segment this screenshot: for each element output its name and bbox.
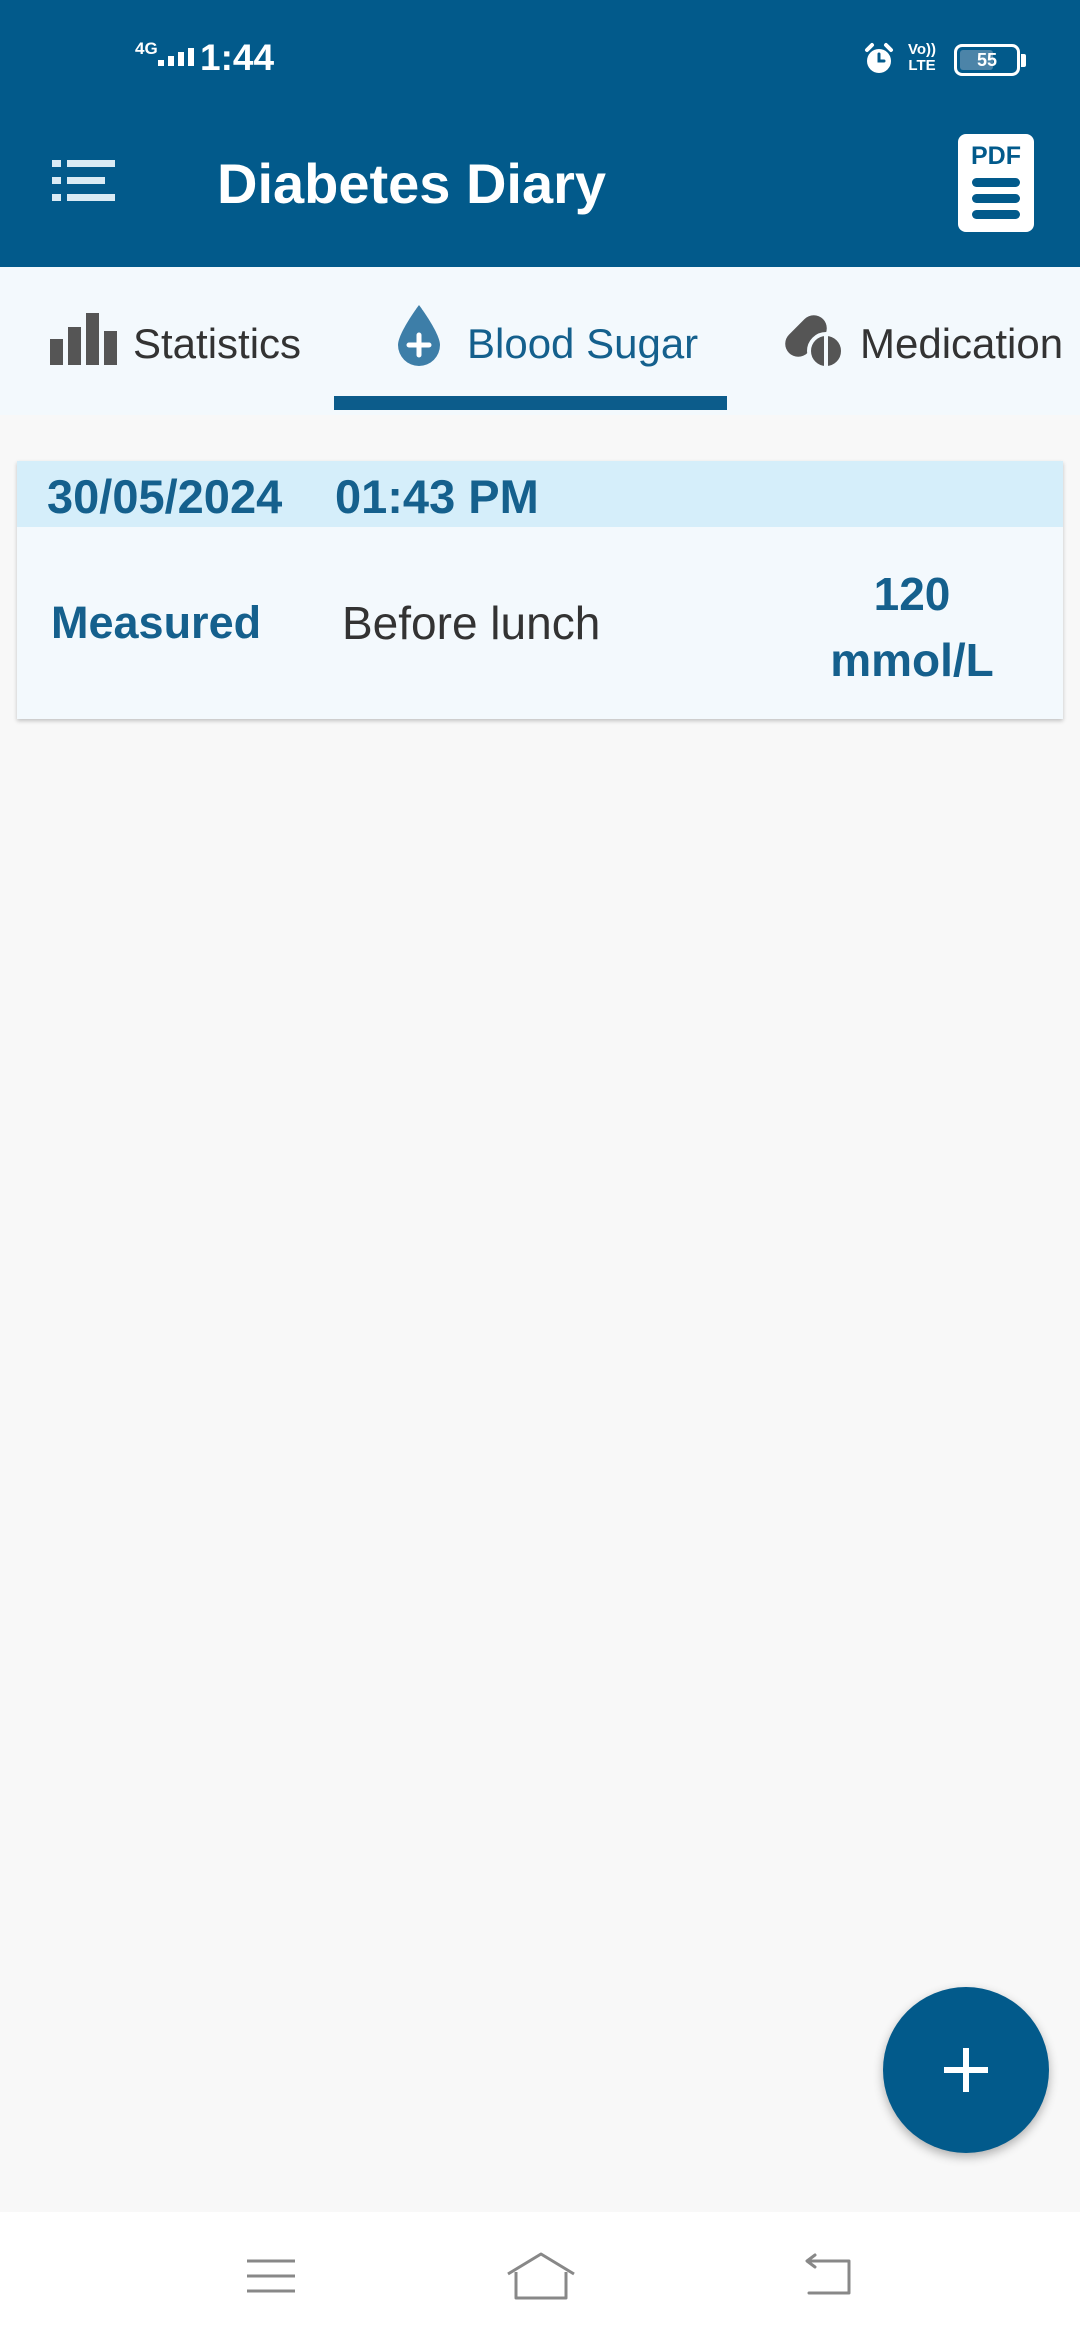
tab-label: Statistics	[133, 320, 302, 367]
back-icon	[805, 2253, 851, 2295]
volte-icon: Vo)) LTE	[908, 42, 936, 74]
system-nav-bar	[0, 2212, 1080, 2340]
battery-icon: 55	[954, 44, 1026, 76]
reading-number: 120	[873, 568, 951, 620]
selected-tab-indicator	[334, 396, 727, 410]
battery-level: 55	[976, 50, 998, 70]
entry-time: 01:43 PM	[335, 470, 539, 523]
status-time: 1:44	[200, 37, 275, 78]
volte-bottom: LTE	[908, 57, 936, 74]
document-line-icon	[972, 194, 1020, 203]
tab-label: Blood Sugar	[467, 320, 699, 367]
add-entry-button[interactable]	[883, 1987, 1049, 2153]
blood-sugar-entry-card[interactable]: 30/05/2024 01:43 PM Measured Before lunc…	[17, 461, 1063, 719]
blood-drop-plus-icon	[398, 305, 440, 366]
document-line-icon	[972, 210, 1020, 219]
tab-label: Medication	[860, 320, 1064, 367]
recents-button[interactable]	[191, 2212, 351, 2340]
signal-icon	[158, 48, 194, 66]
reading-value: 120 mmol/L	[812, 561, 1012, 693]
app-bar: 4G 1:44 Vo)) LTE 55 Diabetes Diary PDF	[0, 0, 1080, 267]
alarm-icon	[865, 43, 893, 73]
entry-header: 30/05/2024 01:43 PM	[17, 461, 1063, 527]
entry-date: 30/05/2024	[47, 470, 283, 523]
meal-context: Before lunch	[342, 597, 601, 649]
status-bar: 4G 1:44 Vo)) LTE 55	[0, 0, 1080, 120]
tab-medication[interactable]: Medication	[770, 267, 1080, 415]
back-button[interactable]	[745, 2212, 905, 2340]
menu-list-icon	[52, 160, 115, 201]
bar-chart-icon	[50, 313, 117, 365]
network-type: 4G	[135, 39, 158, 58]
tab-blood-sugar[interactable]: Blood Sugar	[334, 267, 727, 415]
tab-statistics[interactable]: Statistics	[40, 267, 320, 415]
tab-bar: Statistics Blood Sugar Medication	[0, 267, 1080, 415]
pdf-export-button[interactable]: PDF	[958, 134, 1034, 232]
volte-top: Vo))	[908, 41, 937, 58]
home-icon	[507, 2252, 575, 2300]
page-title: Diabetes Diary	[217, 152, 607, 215]
pdf-label: PDF	[971, 142, 1021, 170]
measured-label: Measured	[51, 597, 262, 648]
reading-unit: mmol/L	[830, 634, 994, 686]
menu-button[interactable]	[48, 155, 120, 211]
recents-icon	[247, 2259, 295, 2293]
document-line-icon	[972, 178, 1020, 187]
home-button[interactable]	[461, 2212, 621, 2340]
pills-icon	[785, 315, 845, 370]
